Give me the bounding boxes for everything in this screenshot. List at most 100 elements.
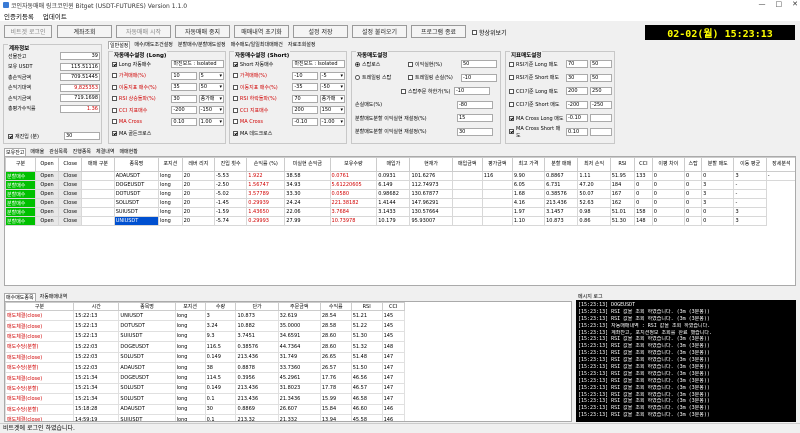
long_panel-value-b[interactable]: 1.00 bbox=[198, 117, 224, 126]
positions-tab[interactable]: 관심목록 bbox=[48, 148, 68, 156]
long_panel-value-a[interactable]: 35 bbox=[171, 83, 197, 91]
account-button[interactable]: 계좌조회 bbox=[57, 25, 112, 38]
message-log[interactable]: [15:23:13] DOGEUSDT [15:23:13] RSI 값을 조회 … bbox=[576, 300, 796, 422]
close-button[interactable]: Close bbox=[58, 189, 83, 199]
table-row[interactable]: 매도체결(close) 15:22:03 SOLUSDT long 0.149 213.4… bbox=[5, 351, 406, 363]
indicator-sell-value-b[interactable]: 50 bbox=[590, 73, 612, 82]
table-cell[interactable]: 분할매수 bbox=[5, 207, 37, 217]
short_panel-checkbox[interactable] bbox=[233, 84, 238, 90]
long_panel-checkbox[interactable] bbox=[112, 61, 117, 67]
exit-button[interactable]: 프로그램 종료 bbox=[411, 25, 466, 38]
menu-item-update[interactable]: 업데이트 bbox=[43, 11, 67, 21]
long_panel-value-a[interactable]: -200 bbox=[171, 106, 197, 114]
long_panel-checkbox[interactable] bbox=[112, 119, 117, 124]
history-tab[interactable]: 자동매매내역 bbox=[39, 293, 69, 301]
table-row[interactable]: 매도체결(close) 15:21:34 DOGEUSDT long 114.5 0.39… bbox=[5, 372, 406, 384]
open-button[interactable]: Open bbox=[35, 180, 60, 190]
indicator-sell-checkbox[interactable] bbox=[509, 115, 514, 121]
short_panel-value-a[interactable]: -0.10 bbox=[292, 117, 318, 126]
table-cell[interactable]: 분할매수 bbox=[5, 180, 37, 190]
table-row[interactable]: 분할매수 Open Close SUIUSDT long 20 -1.59 1.43650 22… bbox=[5, 207, 796, 217]
load-settings-button[interactable]: 설정 불러오기 bbox=[352, 25, 407, 38]
positions-tab[interactable]: 매매현황 bbox=[118, 148, 138, 156]
sell-checkbox[interactable] bbox=[408, 75, 413, 80]
indicator-sell-value-b[interactable]: -250 bbox=[590, 100, 612, 109]
long_panel-value-a[interactable]: 30 bbox=[171, 94, 197, 103]
open-button[interactable]: Open bbox=[35, 171, 60, 181]
positions-tab[interactable]: 매매율 bbox=[29, 148, 45, 156]
short_panel-margin-mode[interactable]: 마진모드 : Isolated bbox=[292, 60, 346, 68]
short_panel-checkbox[interactable] bbox=[233, 73, 238, 78]
short_panel-value-a[interactable]: -35 bbox=[292, 83, 318, 91]
positions-tab[interactable]: 보유잔고 bbox=[4, 148, 27, 156]
short_panel-value-a[interactable]: 200 bbox=[292, 106, 318, 114]
sell-value[interactable]: 15 bbox=[457, 114, 493, 122]
settings-tab[interactable]: 분할매수/분할매도설정 bbox=[177, 41, 227, 49]
indicator-sell-checkbox[interactable] bbox=[509, 61, 514, 67]
long_panel-checkbox[interactable] bbox=[112, 73, 117, 78]
long_panel-checkbox[interactable] bbox=[112, 107, 117, 113]
sell-checkbox[interactable] bbox=[401, 88, 406, 94]
indicator-sell-value-b[interactable]: 50 bbox=[590, 60, 612, 68]
reinvest-checkbox[interactable] bbox=[8, 133, 13, 139]
short_panel-value-a[interactable]: 70 bbox=[292, 94, 318, 103]
long_panel-checkbox[interactable] bbox=[112, 84, 117, 90]
reinvest-input[interactable]: 30 bbox=[64, 132, 100, 140]
short_panel-checkbox[interactable] bbox=[233, 119, 238, 124]
table-row[interactable]: 분할매수 Open Close DOTUSDT long 20 -5.02 3.57789 33… bbox=[5, 189, 796, 199]
short_panel-checkbox[interactable] bbox=[233, 61, 238, 67]
close-button[interactable]: Close bbox=[58, 207, 83, 217]
table-row[interactable]: 분할매수 Open Close SOLUSDT long 20 -1.45 0.29939 24… bbox=[5, 198, 796, 208]
short_panel-checkbox[interactable] bbox=[233, 107, 238, 113]
short_panel-value-b[interactable]: -50 bbox=[319, 83, 345, 91]
save-settings-button[interactable]: 설정 저장 bbox=[293, 25, 348, 38]
sell-value[interactable]: -10 bbox=[454, 87, 490, 95]
short_panel-value-b[interactable]: -5 bbox=[319, 71, 345, 80]
indicator-sell-value-a[interactable]: 30 bbox=[566, 73, 588, 82]
close-button[interactable]: Close bbox=[58, 216, 83, 226]
table-cell[interactable]: 분할매수 bbox=[5, 216, 37, 226]
close-button[interactable]: Close bbox=[58, 180, 83, 190]
long_panel-checkbox[interactable] bbox=[112, 130, 117, 136]
indicator-sell-value-a[interactable]: -0.10 bbox=[566, 114, 588, 122]
clear-history-button[interactable]: 매매내역 초기화 bbox=[234, 25, 289, 38]
table-row[interactable]: 매도체결(close) 15:21:34 SOLUSDT long 0.1 213.436… bbox=[5, 393, 406, 405]
close-icon[interactable]: ✕ bbox=[792, 0, 798, 8]
sell-checkbox[interactable] bbox=[408, 61, 413, 67]
indicator-sell-value-b[interactable]: 250 bbox=[590, 87, 612, 95]
table-row[interactable]: 분할매수 Open Close DOGEUSDT long 20 -2.50 1.56747 3… bbox=[5, 180, 796, 190]
table-row[interactable]: 매도수당(분할) 15:22:03 DOGEUSDT long 116.5 0.38576… bbox=[5, 341, 406, 353]
indicator-sell-value-b[interactable] bbox=[590, 127, 612, 136]
indicator-sell-checkbox[interactable] bbox=[509, 88, 514, 94]
sell-value[interactable]: 30 bbox=[457, 127, 493, 136]
table-row[interactable]: 매도체결(close) 15:22:13 DOTUSDT long 3.24 10.882… bbox=[5, 320, 406, 332]
table-row[interactable]: 분할매수 Open Close UNIUSDT long 20 -5.74 0.29993 27… bbox=[5, 216, 796, 226]
short_panel-value-b[interactable]: -1.00 bbox=[319, 117, 345, 126]
long_panel-value-b[interactable]: -150 bbox=[198, 106, 224, 114]
history-tab[interactable]: 매수매도종목 bbox=[4, 293, 36, 301]
settings-tab[interactable]: 매수매도/일일최대매매건 bbox=[230, 41, 284, 49]
open-button[interactable]: Open bbox=[35, 207, 60, 217]
sell-radio[interactable] bbox=[355, 61, 360, 67]
table-row[interactable]: 매도체결(close) 15:22:13 SUIUSDT long 9.3 3.7451 3… bbox=[5, 330, 406, 343]
short_panel-value-b[interactable]: 종가매 bbox=[319, 94, 345, 103]
open-button[interactable]: Open bbox=[35, 198, 60, 208]
table-cell[interactable]: 분할매수 bbox=[5, 198, 37, 208]
always-on-top-toggle[interactable]: 항상위보기 bbox=[472, 28, 507, 37]
close-button[interactable]: Close bbox=[58, 198, 83, 208]
long_panel-value-b[interactable]: 종가매 bbox=[198, 94, 224, 103]
login-button[interactable]: 비트겟 로그인 bbox=[4, 25, 52, 38]
table-row[interactable]: 매도수당(분할) 15:21:34 SOLUSDT long 0.149 213.436 3… bbox=[5, 382, 406, 395]
minimize-icon[interactable]: — bbox=[759, 0, 766, 8]
long_panel-value-a[interactable]: 10 bbox=[171, 71, 197, 80]
long_panel-checkbox[interactable] bbox=[112, 96, 117, 101]
auto-stop-button[interactable]: 자동매매 중지 bbox=[175, 25, 230, 38]
long_panel-value-a[interactable]: 0.10 bbox=[171, 117, 197, 126]
maximize-icon[interactable]: □ bbox=[776, 0, 783, 8]
indicator-sell-checkbox[interactable] bbox=[509, 129, 514, 134]
close-button[interactable]: Close bbox=[58, 171, 83, 181]
indicator-sell-value-a[interactable]: 0.10 bbox=[566, 127, 588, 136]
always-on-top-checkbox[interactable] bbox=[472, 30, 477, 35]
short_panel-value-b[interactable]: 150 bbox=[319, 106, 345, 114]
positions-tab[interactable]: 진행종목 bbox=[72, 148, 92, 156]
